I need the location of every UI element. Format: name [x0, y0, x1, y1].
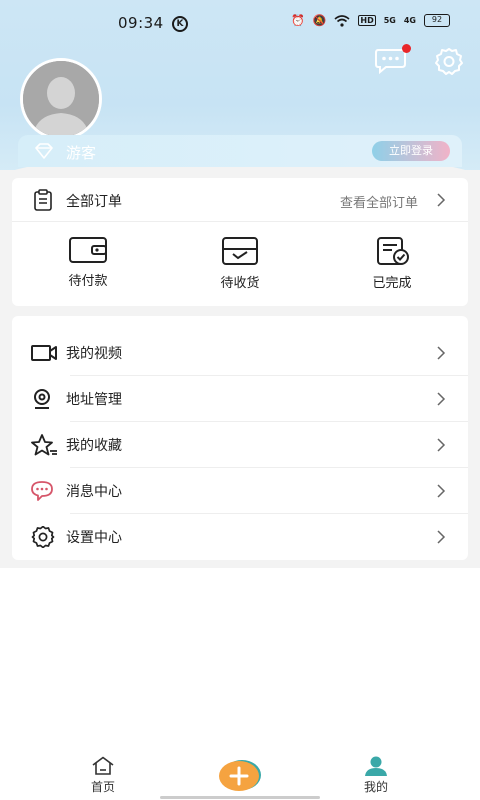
video-camera-icon — [31, 345, 57, 361]
menu-label: 地址管理 — [66, 392, 122, 408]
menu-item-favorites[interactable]: 我的收藏 — [12, 422, 468, 468]
order-label: 已完成 — [372, 276, 412, 291]
menu-card: 我的视频 地址管理 我的收藏 消息中心 设置中心 — [12, 316, 468, 560]
gear-icon — [31, 526, 55, 548]
home-indicator — [160, 796, 320, 799]
signal-4g: 4G — [403, 16, 416, 25]
user-icon — [365, 756, 387, 776]
chevron-right-icon — [437, 392, 446, 406]
login-button[interactable]: 立即登录 — [372, 141, 450, 161]
status-time: 09:34 — [118, 14, 164, 32]
menu-item-my-videos[interactable]: 我的视频 — [12, 330, 468, 376]
member-bar: 游客 立即登录 — [18, 135, 462, 167]
menu-item-settings[interactable]: 设置中心 — [12, 514, 468, 560]
tab-home[interactable]: 首页 — [63, 756, 143, 795]
wallet-icon — [69, 237, 107, 263]
order-pending-receipt[interactable]: 待收货 — [190, 236, 290, 296]
status-bar: 09:34 K ⏰ 🔕 HD 5G 4G 92 — [0, 0, 480, 46]
chevron-right-icon — [437, 193, 446, 207]
order-pending-payment[interactable]: 待付款 — [38, 236, 138, 296]
publish-button[interactable] — [218, 760, 262, 792]
default-user-icon — [23, 61, 99, 137]
chat-bubble-icon — [31, 481, 53, 501]
mute-icon: 🔕 — [312, 14, 327, 27]
alarm-icon: ⏰ — [290, 14, 305, 27]
view-all-orders-link[interactable]: 查看全部订单 — [340, 192, 418, 211]
hd-badge: HD — [358, 15, 376, 26]
menu-label: 我的视频 — [66, 346, 122, 362]
chevron-right-icon — [437, 530, 446, 544]
menu-label: 设置中心 — [66, 530, 122, 546]
clipboard-icon — [34, 189, 52, 211]
order-completed[interactable]: 已完成 — [342, 236, 442, 296]
menu-item-address[interactable]: 地址管理 — [12, 376, 468, 422]
signal-5g: 5G — [383, 16, 396, 25]
tab-label: 我的 — [363, 780, 388, 794]
username: 游客 — [66, 144, 97, 162]
menu-item-messages[interactable]: 消息中心 — [12, 468, 468, 514]
chevron-right-icon — [437, 484, 446, 498]
chevron-right-icon — [437, 346, 446, 360]
inbox-icon — [222, 237, 258, 265]
settings-button[interactable] — [434, 46, 464, 76]
k-badge-icon: K — [172, 16, 188, 32]
orders-card: 全部订单 查看全部订单 待付款 待收货 已完成 — [12, 178, 468, 306]
menu-label: 我的收藏 — [66, 438, 122, 454]
all-orders-row[interactable]: 全部订单 查看全部订单 — [12, 178, 468, 222]
gear-icon — [435, 48, 463, 75]
tab-label: 首页 — [90, 780, 115, 794]
location-pin-icon — [34, 389, 50, 409]
menu-label: 消息中心 — [66, 484, 122, 500]
plus-icon — [219, 760, 261, 791]
wifi-icon — [334, 14, 350, 27]
tab-mine[interactable]: 我的 — [336, 756, 416, 795]
order-label: 待付款 — [68, 274, 108, 289]
diamond-icon — [35, 143, 53, 159]
status-icons: ⏰ 🔕 HD 5G 4G 92 — [291, 14, 450, 27]
completed-doc-icon — [377, 237, 409, 265]
star-icon — [31, 434, 57, 456]
avatar[interactable] — [20, 58, 102, 140]
orders-title: 全部订单 — [66, 194, 122, 210]
battery-icon: 92 — [424, 14, 450, 27]
home-icon — [92, 756, 114, 775]
order-label: 待收货 — [220, 276, 260, 291]
chevron-right-icon — [437, 438, 446, 452]
unread-dot — [402, 44, 411, 53]
